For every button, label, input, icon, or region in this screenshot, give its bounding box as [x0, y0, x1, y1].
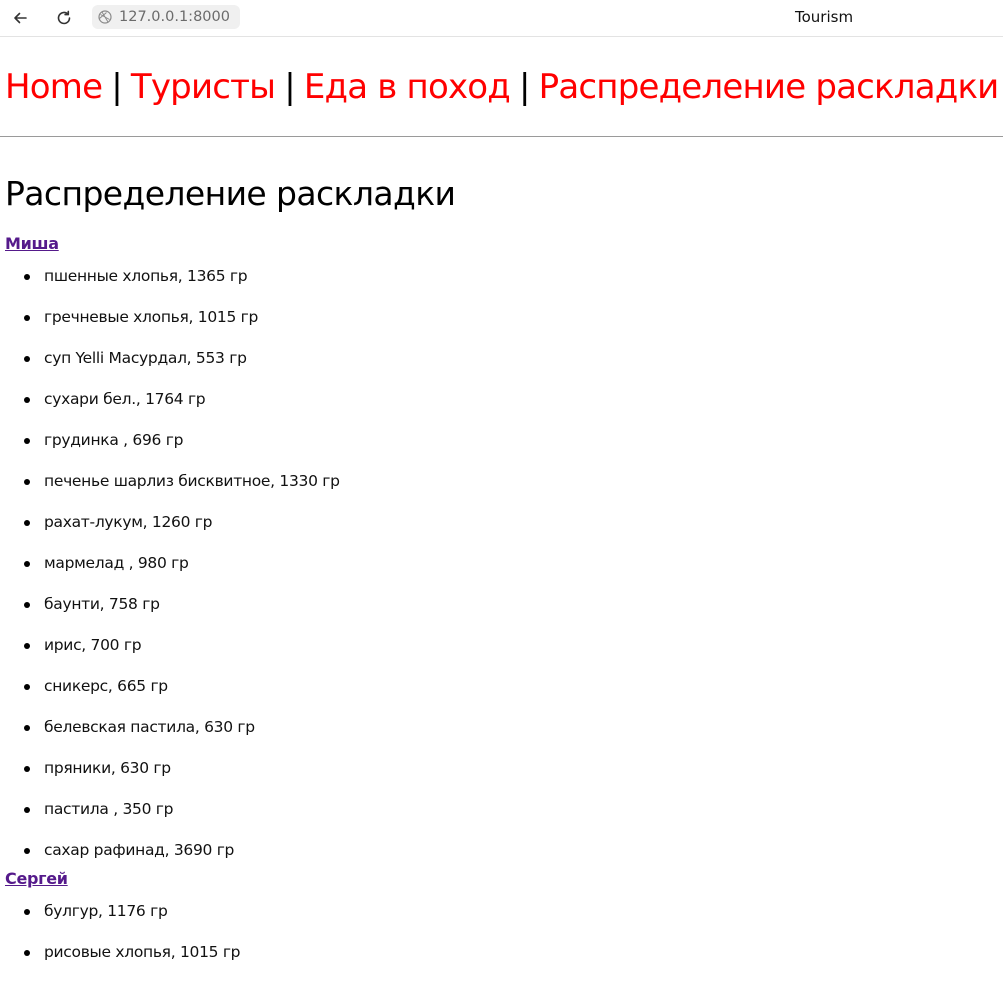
list-item: гречневые хлопья, 1015 гр: [0, 297, 1003, 338]
list-item: баунти, 758 гр: [0, 584, 1003, 625]
url-text: 127.0.0.1:8000: [119, 9, 230, 25]
nav-separator: |: [284, 67, 295, 107]
list-item: сникерс, 665 гр: [0, 666, 1003, 707]
list-item: сухари бел., 1764 гр: [0, 379, 1003, 420]
nav-separator: |: [111, 67, 122, 107]
reload-icon: [57, 10, 71, 25]
list-item: пастила , 350 гр: [0, 789, 1003, 830]
list-item: грудинка , 696 гр: [0, 420, 1003, 461]
list-item: рисовые хлопья, 1015 гр: [0, 932, 1003, 973]
address-bar[interactable]: 127.0.0.1:8000: [92, 5, 240, 29]
globe-icon: [97, 9, 113, 25]
list-item: рахат-лукум, 1260 гр: [0, 502, 1003, 543]
list-item: ирис, 700 гр: [0, 625, 1003, 666]
nav-home-link[interactable]: Home: [5, 67, 103, 107]
list-item: булгур, 1176 гр: [0, 891, 1003, 932]
misha-items-list: пшенные хлопья, 1365 гр гречневые хлопья…: [0, 256, 1003, 871]
list-item: суп Yelli Масурдал, 553 гр: [0, 338, 1003, 379]
sergey-items-list: булгур, 1176 гр рисовые хлопья, 1015 гр: [0, 891, 1003, 973]
top-navigation: Home | Туристы | Еда в поход | Распредел…: [0, 38, 1003, 136]
arrow-left-icon: [14, 12, 27, 24]
list-item: печенье шарлиз бисквитное, 1330 гр: [0, 461, 1003, 502]
list-item: пряники, 630 гр: [0, 748, 1003, 789]
list-item: пшенные хлопья, 1365 гр: [0, 256, 1003, 297]
list-item: мармелад , 980 гр: [0, 543, 1003, 584]
reload-button[interactable]: [50, 4, 78, 32]
window-title: Tourism: [795, 8, 854, 26]
list-item: сахар рафинад, 3690 гр: [0, 830, 1003, 871]
back-button[interactable]: [6, 4, 34, 32]
nav-separator: |: [518, 67, 530, 107]
nav-food-link[interactable]: Еда в поход: [304, 67, 511, 107]
page-content: Home | Туристы | Еда в поход | Распредел…: [0, 38, 1003, 973]
nav-tourists-link[interactable]: Туристы: [131, 67, 276, 107]
browser-toolbar: 127.0.0.1:8000 Tourism: [0, 0, 1003, 37]
list-item: белевская пастила, 630 гр: [0, 707, 1003, 748]
nav-distribution-link[interactable]: Распределение раскладки: [539, 67, 1000, 107]
